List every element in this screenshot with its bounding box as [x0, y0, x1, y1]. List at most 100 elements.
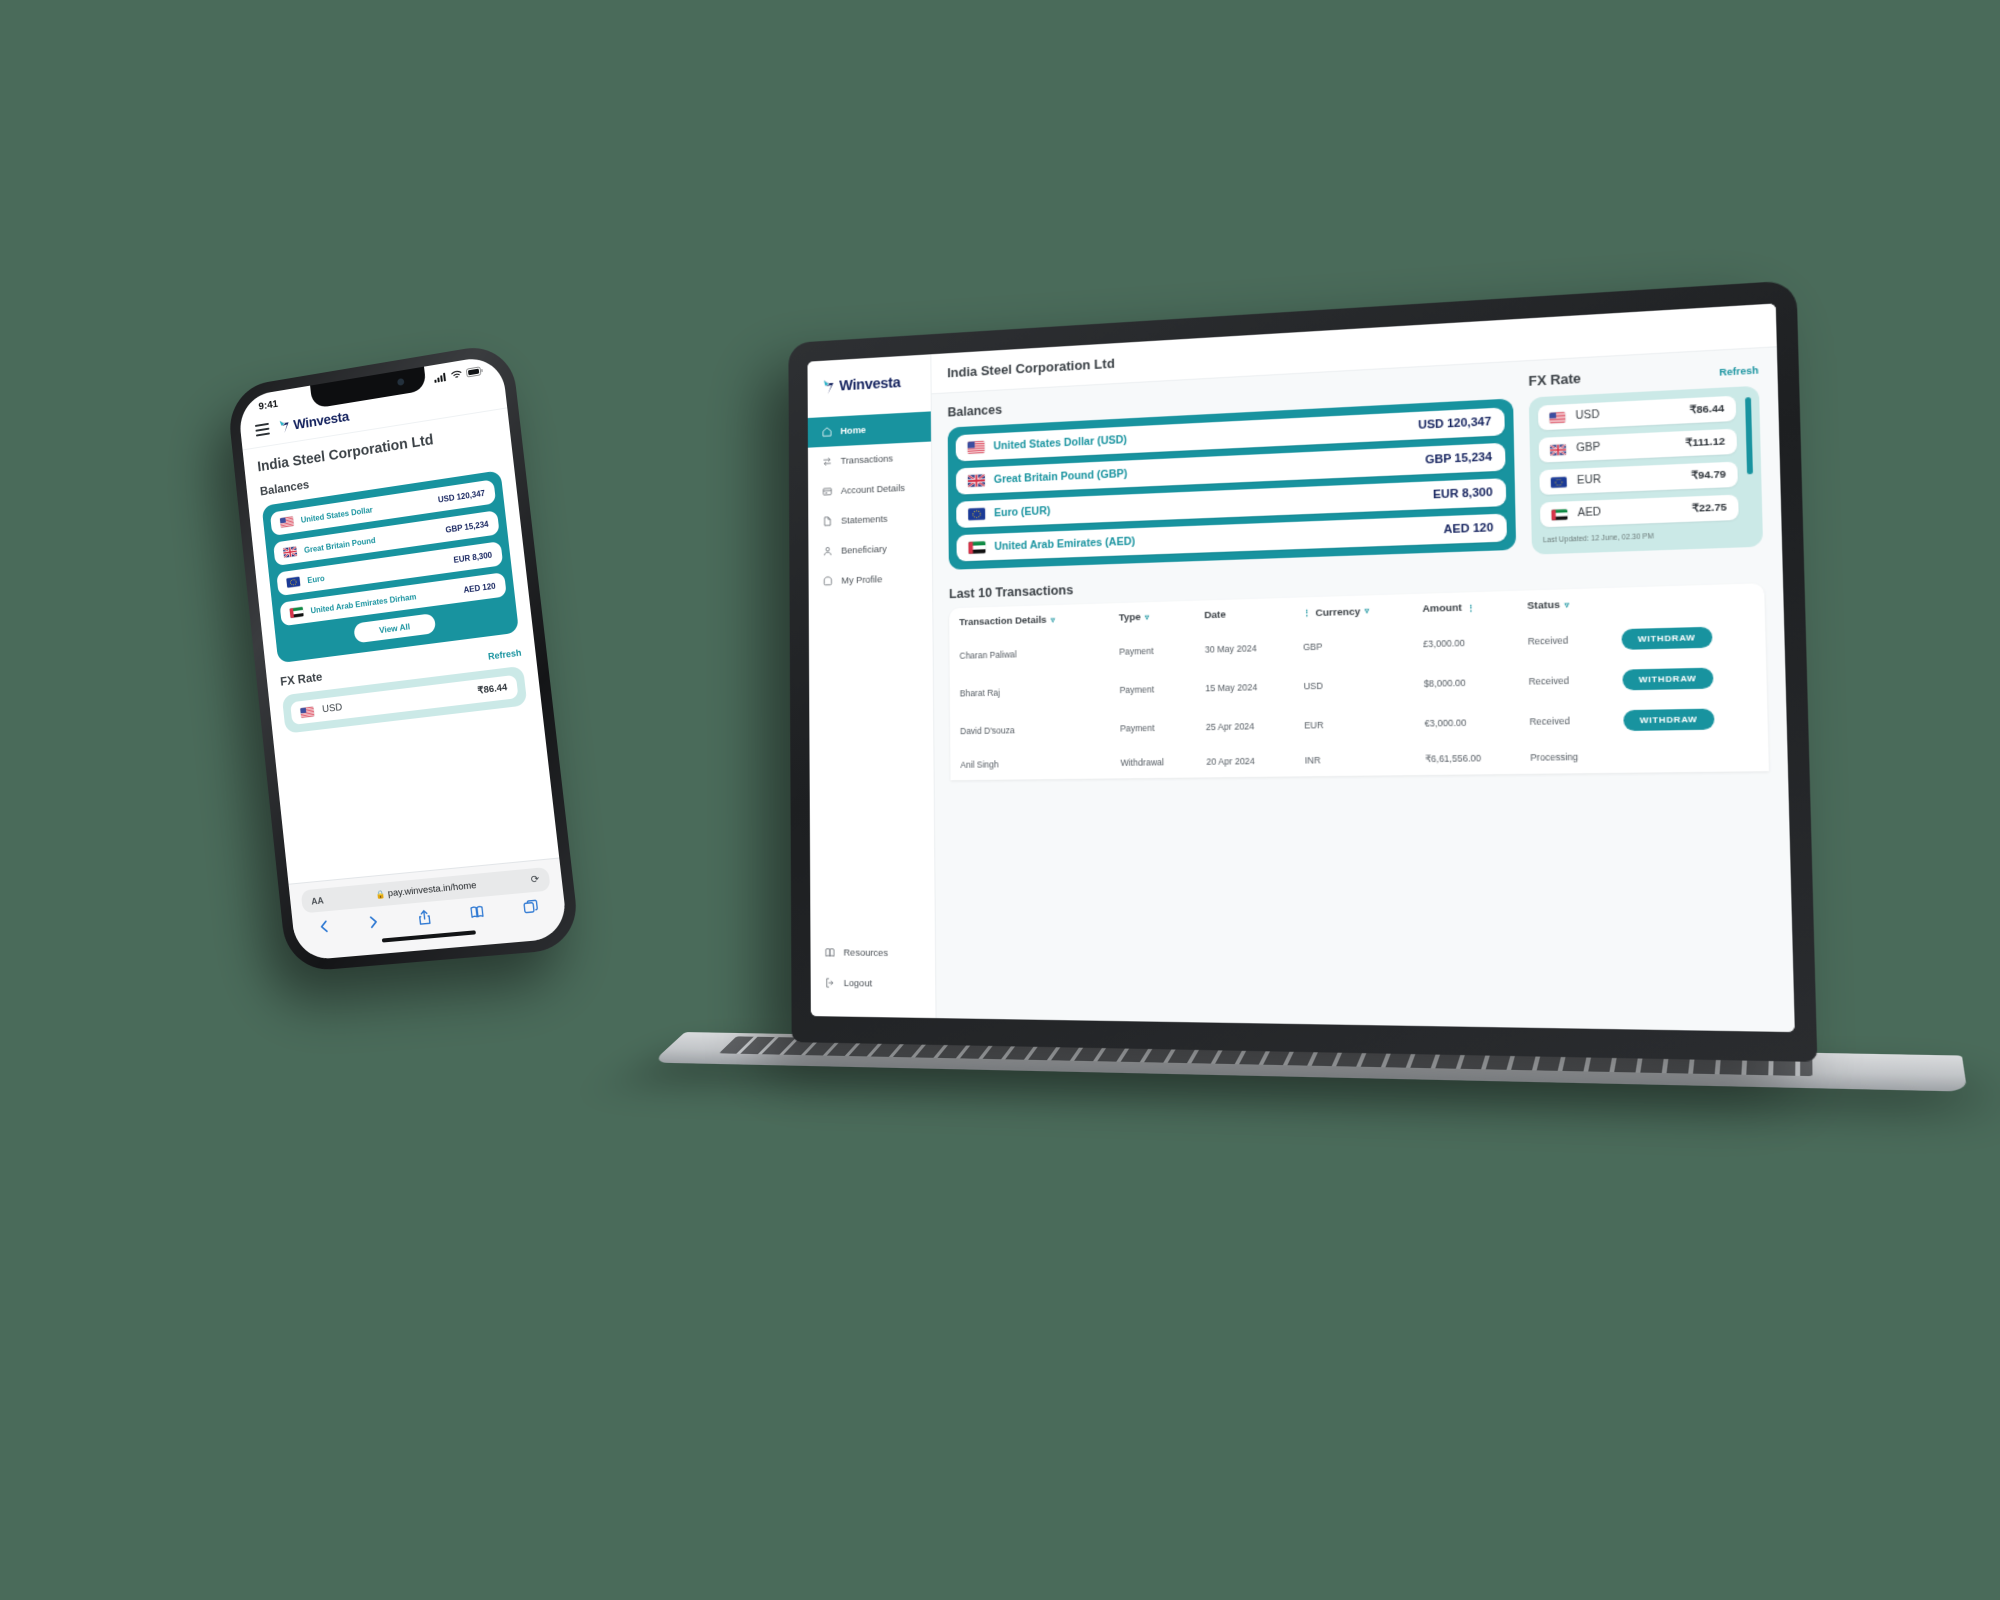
fx-refresh-button[interactable]: Refresh [1719, 365, 1759, 378]
cell-action: WITHDRAW [1611, 656, 1767, 700]
column-status[interactable]: Status ▿ [1516, 588, 1610, 622]
app-logo[interactable]: Winvesta [808, 372, 931, 418]
app-logo-text: Winvesta [839, 374, 901, 395]
sidebar-item-label: Account Details [840, 482, 905, 497]
eu-flag-icon [968, 507, 986, 521]
us-flag-icon [1549, 411, 1566, 423]
balances-card: United States Dollar USD 120,347 Great B… [261, 470, 520, 664]
cell-currency: USD [1303, 680, 1323, 692]
tabs-icon[interactable] [522, 899, 539, 917]
sort-icon[interactable]: ⋮ [1302, 608, 1311, 618]
cell-currency: EUR [1304, 719, 1324, 731]
fx-currency-code: AED [1577, 506, 1602, 520]
column-label: Transaction Details [959, 614, 1047, 629]
fx-row[interactable]: AED ₹22.75 [1539, 494, 1739, 528]
wifi-icon [450, 369, 463, 380]
text-size-button[interactable]: AA [311, 895, 324, 906]
balance-amount: AED 120 [1443, 521, 1494, 537]
sidebar-item-logout[interactable]: Logout [811, 967, 936, 999]
us-flag-icon [300, 706, 315, 718]
balance-currency-name: United Arab Emirates (AED) [994, 535, 1136, 553]
us-flag-icon [967, 441, 985, 454]
eu-flag-icon [1550, 476, 1567, 488]
share-icon[interactable] [417, 909, 432, 926]
cell-type: Payment [1119, 722, 1155, 734]
phone-device: 9:41 Winvesta India Steel Corporation Lt… [225, 341, 581, 973]
winvesta-bird-icon [821, 378, 835, 396]
filter-icon[interactable]: ▿ [1051, 615, 1055, 624]
column-amount[interactable]: Amount ⋮ [1411, 591, 1516, 625]
filter-icon[interactable]: ▿ [1365, 606, 1370, 616]
bookmarks-icon[interactable] [469, 904, 486, 922]
phone-body: 9:41 Winvesta India Steel Corporation Lt… [225, 341, 581, 973]
cell-type: Payment [1118, 645, 1154, 657]
phone-scroll-area[interactable]: India Steel Corporation Ltd Balances Uni… [243, 408, 560, 883]
fx-rate-value: ₹111.12 [1685, 435, 1726, 450]
fx-row[interactable]: GBP ₹111.12 [1538, 428, 1738, 463]
hamburger-menu-icon[interactable] [254, 423, 270, 437]
column-type[interactable]: Type ▿ [1108, 601, 1194, 633]
gb-flag-icon [1550, 444, 1566, 456]
sort-icon[interactable]: ⋮ [1466, 603, 1475, 613]
user-icon [822, 545, 834, 557]
column-transaction-details[interactable]: Transaction Details ▿ [949, 603, 1108, 637]
url-value: pay.winvesta.in/home [387, 879, 478, 900]
column-date[interactable]: Date [1194, 598, 1292, 631]
fx-rate-value: ₹86.44 [1689, 402, 1725, 417]
fx-header: FX Rate Refresh [1528, 362, 1758, 389]
fx-rate-section: FX Rate Refresh USD ₹86.44 GBP ₹111.12 E… [1528, 362, 1764, 555]
withdraw-button[interactable]: WITHDRAW [1622, 667, 1714, 690]
withdraw-button[interactable]: WITHDRAW [1621, 626, 1713, 650]
fx-currency-code: GBP [1576, 441, 1601, 455]
sidebar-item-my-profile[interactable]: My Profile [809, 562, 933, 596]
logout-icon [824, 977, 836, 989]
cell-amount: £3,000.00 [1422, 637, 1465, 650]
fx-rate-value: ₹22.75 [1691, 501, 1727, 516]
fx-row[interactable]: USD ₹86.44 [1537, 395, 1737, 431]
fx-refresh-button[interactable]: Refresh [488, 648, 522, 662]
filter-icon[interactable]: ▿ [1564, 600, 1569, 610]
us-flag-icon [279, 516, 294, 528]
column-label: Amount [1422, 602, 1463, 616]
column-action [1609, 583, 1765, 619]
status-time: 9:41 [257, 397, 279, 413]
cell-action [1612, 738, 1768, 772]
fx-title: FX Rate [279, 669, 323, 689]
column-label: Date [1204, 609, 1227, 622]
reload-icon[interactable]: ⟳ [530, 874, 540, 886]
document-icon [822, 515, 834, 527]
filter-icon[interactable]: ▿ [1145, 612, 1149, 621]
balance-currency-name: United Arab Emirates Dirham [310, 591, 417, 615]
forward-icon[interactable] [367, 913, 381, 930]
cell-status: Processing [1530, 751, 1579, 763]
sidebar-item-label: My Profile [841, 573, 883, 587]
sidebar-item-statements[interactable]: Statements [808, 502, 932, 537]
balances-title: Balances [947, 402, 1003, 420]
back-icon[interactable] [317, 918, 331, 935]
fx-row[interactable]: EUR ₹94.79 [1539, 461, 1738, 496]
sidebar: Winvesta Home Transactions Account Detai… [807, 354, 937, 1019]
sidebar-item-beneficiary[interactable]: Beneficiary [808, 532, 932, 567]
cell-details: Anil Singh [960, 759, 999, 770]
cell-date: 15 May 2024 [1205, 681, 1258, 694]
sidebar-item-label: Transactions [840, 452, 894, 467]
fx-scrollbar[interactable] [1745, 397, 1753, 475]
balance-currency-name: United States Dollar (USD) [993, 433, 1128, 453]
ae-flag-icon [968, 541, 986, 554]
sidebar-item-label: Resources [843, 946, 889, 959]
profile-icon [822, 575, 834, 587]
view-all-button[interactable]: View All [353, 613, 437, 644]
cellular-signal-icon [434, 371, 448, 383]
withdraw-button[interactable]: WITHDRAW [1623, 708, 1715, 731]
main-content: India Steel Corporation Ltd Balances Uni… [931, 303, 1795, 1033]
cell-date: 30 May 2024 [1204, 642, 1257, 655]
transfer-icon [821, 455, 833, 467]
balance-amount: AED 120 [463, 581, 497, 595]
column-currency[interactable]: ⋮ Currency ▿ [1291, 594, 1411, 628]
sidebar-item-resources[interactable]: Resources [810, 937, 935, 969]
fx-currency-code: USD [1575, 409, 1600, 423]
app-logo[interactable]: Winvesta [277, 408, 350, 435]
account-details-icon [822, 485, 834, 497]
laptop-screen: Winvesta Home Transactions Account Detai… [807, 303, 1795, 1033]
